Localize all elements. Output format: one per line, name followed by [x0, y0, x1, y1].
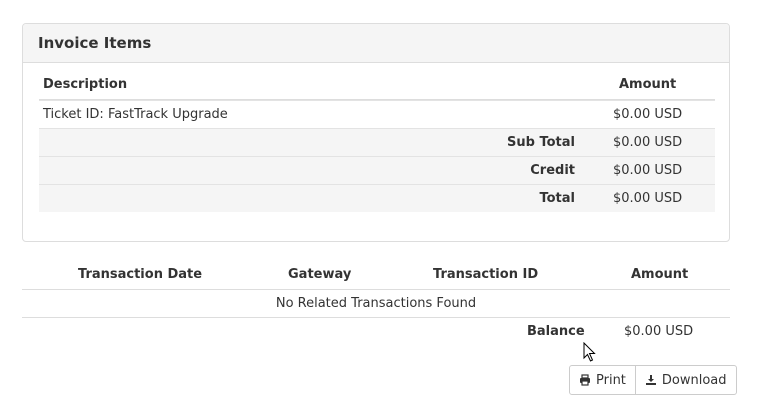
transactions-header-row: Transaction Date Gateway Transaction ID … — [22, 261, 730, 290]
item-amount: $0.00 USD — [613, 107, 683, 122]
column-header-gateway: Gateway — [288, 267, 352, 282]
subtotal-amount: $0.00 USD — [613, 135, 683, 150]
printer-icon — [579, 374, 591, 386]
column-header-description: Description — [43, 77, 128, 92]
column-header-transaction-date: Transaction Date — [78, 267, 203, 282]
table-row: Ticket ID: FastTrack Upgrade $0.00 USD — [39, 100, 715, 128]
total-amount: $0.00 USD — [613, 191, 683, 206]
total-row: Total $0.00 USD — [39, 184, 715, 212]
action-button-group: Print Download — [569, 365, 737, 395]
item-description: Ticket ID: FastTrack Upgrade — [43, 107, 228, 122]
table-header-row: Description Amount — [39, 70, 715, 100]
invoice-items-panel: Invoice Items Description Amount Ticket … — [22, 23, 730, 242]
column-header-amount: Amount — [619, 77, 677, 92]
credit-row: Credit $0.00 USD — [39, 156, 715, 184]
empty-transactions-message: No Related Transactions Found — [22, 290, 730, 318]
print-button-label: Print — [596, 372, 626, 388]
panel-title: Invoice Items — [23, 24, 729, 63]
subtotal-row: Sub Total $0.00 USD — [39, 128, 715, 156]
column-header-amount: Amount — [631, 267, 689, 282]
download-icon — [645, 374, 657, 386]
balance-value: $0.00 USD — [624, 324, 694, 339]
total-label: Total — [539, 191, 575, 206]
mouse-cursor-icon — [583, 342, 596, 362]
balance-label: Balance — [527, 324, 585, 339]
subtotal-label: Sub Total — [507, 135, 575, 150]
credit-label: Credit — [530, 163, 575, 178]
download-button-label: Download — [661, 372, 727, 388]
balance-row: Balance $0.00 USD — [22, 318, 730, 346]
credit-amount: $0.00 USD — [613, 163, 683, 178]
print-button[interactable]: Print — [570, 366, 635, 394]
download-button[interactable]: Download — [634, 366, 736, 394]
column-header-transaction-id: Transaction ID — [433, 267, 539, 282]
invoice-items-table: Description Amount Ticket ID: FastTrack … — [39, 70, 715, 212]
transactions-table: Transaction Date Gateway Transaction ID … — [22, 261, 730, 346]
